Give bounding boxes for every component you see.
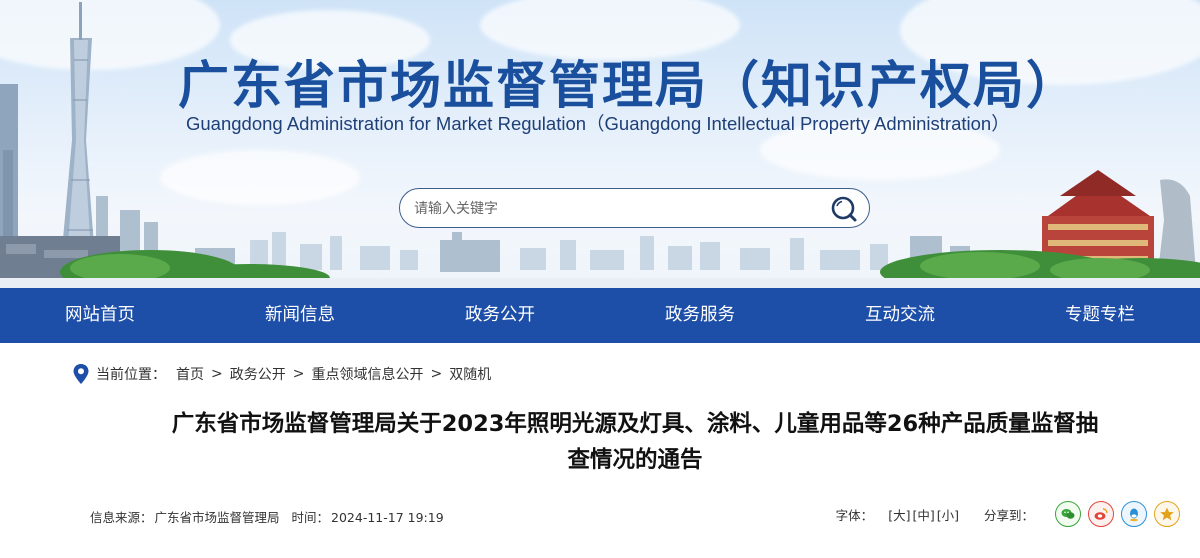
share-label: 分享到： bbox=[983, 507, 1034, 523]
nav-item-special-topics[interactable]: 专题专栏 bbox=[1000, 288, 1200, 343]
nav-item-gov-info[interactable]: 政务公开 bbox=[400, 288, 600, 343]
location-pin-icon bbox=[73, 364, 89, 384]
article-title-line-2: 查情况的通告 bbox=[567, 447, 703, 473]
nav-item-home[interactable]: 网站首页 bbox=[0, 288, 200, 343]
font-size-small[interactable]: [小] bbox=[937, 505, 959, 524]
search-box bbox=[399, 188, 870, 228]
time-value: 2024-11-17 19:19 bbox=[331, 510, 444, 525]
time-label: 时间： bbox=[291, 510, 330, 525]
site-title: 广东省市场监督管理局（知识产权局） bbox=[178, 57, 1080, 116]
source-label: 信息来源： bbox=[90, 510, 153, 525]
breadcrumb-separator: > bbox=[430, 366, 443, 382]
nav-item-interaction[interactable]: 互动交流 bbox=[800, 288, 1000, 343]
breadcrumb: 当前位置： 首页 > 政务公开 > 重点领域信息公开 > 双随机 bbox=[72, 362, 491, 386]
favorite-icon[interactable] bbox=[1154, 501, 1180, 527]
breadcrumb-double-random[interactable]: 双随机 bbox=[449, 364, 491, 384]
breadcrumb-gov-info[interactable]: 政务公开 bbox=[230, 364, 286, 384]
font-size-label: 字体： bbox=[835, 507, 874, 523]
font-size-large[interactable]: [大] bbox=[888, 505, 910, 524]
article-title-line-1: 广东省市场监督管理局关于2023年照明光源及灯具、涂料、儿童用品等26种产品质量… bbox=[171, 411, 1099, 437]
search-input[interactable] bbox=[414, 197, 814, 221]
search-icon[interactable] bbox=[830, 195, 858, 223]
breadcrumb-label: 当前位置： bbox=[96, 367, 166, 383]
nav-item-gov-service[interactable]: 政务服务 bbox=[600, 288, 800, 343]
qq-icon[interactable] bbox=[1121, 501, 1147, 527]
article-tools: 字体： [大] [中] [小] 分享到： bbox=[836, 500, 1180, 528]
font-size-medium[interactable]: [中] bbox=[912, 505, 934, 524]
article-meta: 信息来源： 广东省市场监督管理局 时间： 2024-11-17 19:19 bbox=[90, 507, 446, 526]
breadcrumb-home[interactable]: 首页 bbox=[176, 364, 204, 384]
breadcrumb-separator: > bbox=[292, 366, 305, 382]
weibo-icon[interactable] bbox=[1088, 501, 1114, 527]
breadcrumb-separator: > bbox=[211, 366, 223, 382]
source-value: 广东省市场监督管理局 bbox=[154, 510, 280, 525]
nav-item-news[interactable]: 新闻信息 bbox=[200, 288, 400, 343]
header-banner: 广东省市场监督管理局（知识产权局） Guangdong Administrati… bbox=[0, 0, 1200, 288]
breadcrumb-key-areas[interactable]: 重点领域信息公开 bbox=[311, 364, 423, 384]
article-title: 广东省市场监督管理局关于2023年照明光源及灯具、涂料、儿童用品等26种产品质量… bbox=[90, 406, 1180, 478]
wechat-icon[interactable] bbox=[1055, 501, 1081, 527]
main-nav: 网站首页 新闻信息 政务公开 政务服务 互动交流 专题专栏 bbox=[0, 288, 1200, 343]
site-subtitle: Guangdong Administration for Market Regu… bbox=[186, 113, 1010, 134]
canton-tower bbox=[60, 2, 96, 272]
